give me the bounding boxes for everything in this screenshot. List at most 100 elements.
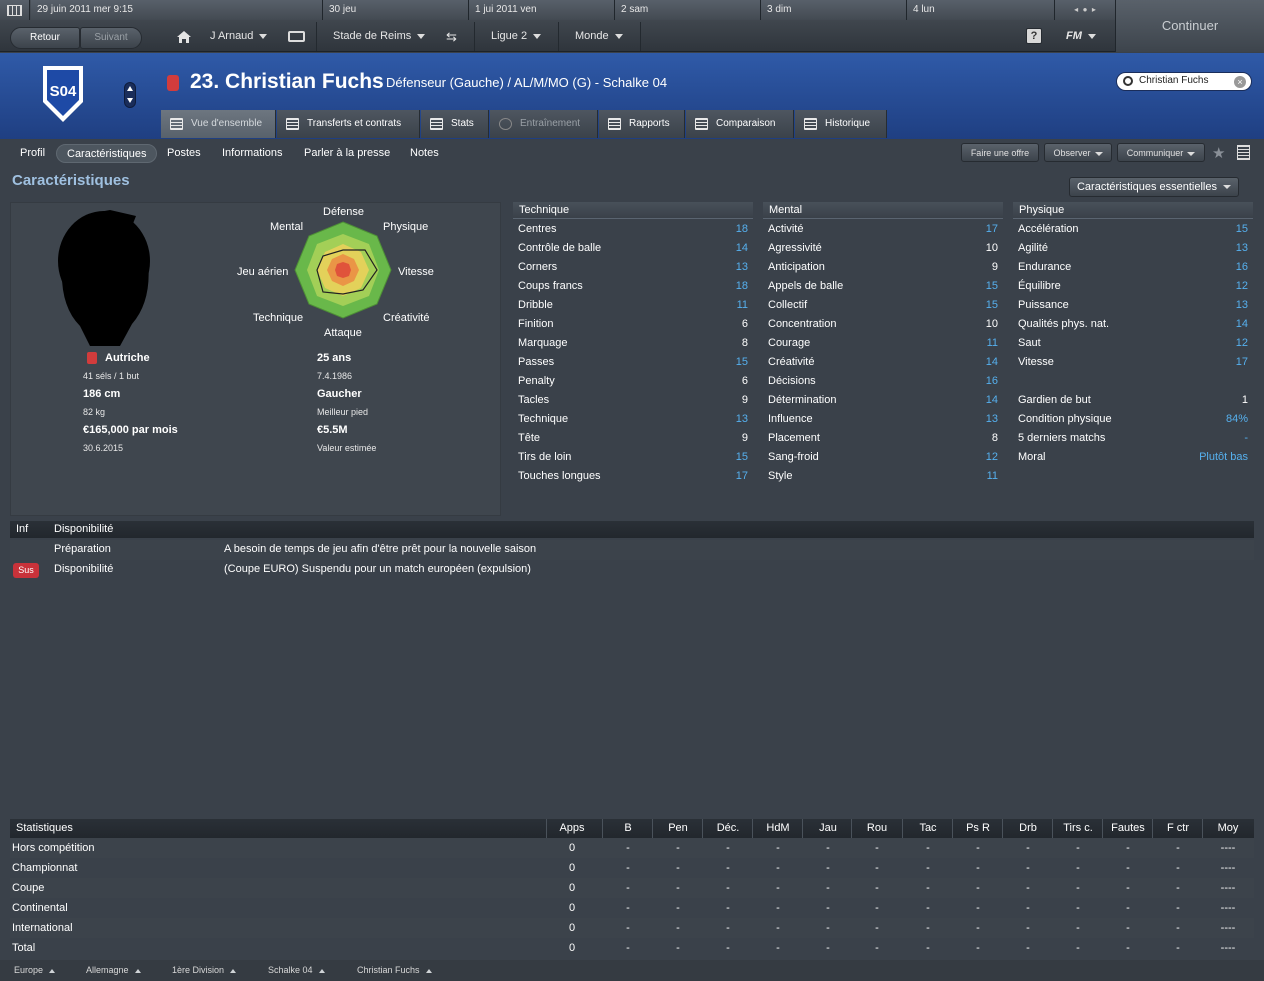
subnav-profile[interactable]: Profil bbox=[10, 144, 55, 163]
stats-column-header[interactable]: HdM bbox=[753, 822, 803, 834]
stats-row[interactable]: Coupe 0- - - - - - - - - - - - ---- bbox=[10, 878, 1254, 898]
stats-column-header[interactable]: F ctr bbox=[1153, 822, 1203, 834]
attribute-row[interactable]: Accélération 15 bbox=[1013, 220, 1253, 239]
attribute-row[interactable]: Saut 12 bbox=[1013, 334, 1253, 353]
stats-column-header[interactable]: Ps R bbox=[953, 822, 1003, 834]
watch-menu[interactable]: Observer bbox=[1044, 143, 1112, 162]
availability-row[interactable]: Sus Disponibilité (Coupe EURO) Suspendu … bbox=[10, 560, 1254, 580]
attribute-row[interactable]: Technique 13 bbox=[513, 410, 753, 429]
attribute-row[interactable]: Tirs de loin 15 bbox=[513, 448, 753, 467]
attribute-row[interactable]: Appels de balle 15 bbox=[763, 277, 1003, 296]
communicate-menu[interactable]: Communiquer bbox=[1117, 143, 1205, 162]
breadcrumb-europe[interactable]: Europe bbox=[14, 960, 56, 980]
attribute-row[interactable]: Endurance 16 bbox=[1013, 258, 1253, 277]
arrow-down-icon[interactable] bbox=[127, 98, 133, 103]
breadcrumb-player[interactable]: Christian Fuchs bbox=[357, 960, 432, 980]
breadcrumb-club[interactable]: Schalke 04 bbox=[268, 960, 325, 980]
attribute-row[interactable]: Finition 6 bbox=[513, 315, 753, 334]
subnav-notes[interactable]: Notes bbox=[400, 144, 449, 163]
date-scroller[interactable]: ◂ ● ▸ bbox=[1055, 0, 1115, 20]
stats-column-header[interactable]: B bbox=[603, 822, 653, 834]
date-day[interactable]: 1 jui 2011 ven bbox=[469, 0, 615, 20]
stats-column-header[interactable]: Pen bbox=[653, 822, 703, 834]
stats-row[interactable]: Total 0- - - - - - - - - - - - ---- bbox=[10, 938, 1254, 958]
availability-row[interactable]: Préparation A besoin de temps de jeu afi… bbox=[10, 540, 1254, 560]
star-icon[interactable]: ★ bbox=[1212, 144, 1225, 162]
make-offer-button[interactable]: Faire une offre bbox=[961, 143, 1039, 162]
breadcrumb-division[interactable]: 1ère Division bbox=[172, 960, 237, 980]
stats-column-header[interactable]: Apps bbox=[547, 822, 597, 834]
attribute-row[interactable]: Placement 8 bbox=[763, 429, 1003, 448]
stats-column-header[interactable]: Drb bbox=[1003, 822, 1053, 834]
attribute-row[interactable]: Collectif 15 bbox=[763, 296, 1003, 315]
attribute-row[interactable]: Vitesse 17 bbox=[1013, 353, 1253, 372]
attribute-row[interactable]: Corners 13 bbox=[513, 258, 753, 277]
date-day[interactable]: 30 jeu bbox=[323, 0, 469, 20]
tab-comparison[interactable]: Comparaison bbox=[686, 110, 794, 138]
attribute-row[interactable]: Tête 9 bbox=[513, 429, 753, 448]
stats-column-header[interactable]: Fautes bbox=[1103, 822, 1153, 834]
attribute-row[interactable]: Agilité 13 bbox=[1013, 239, 1253, 258]
date-day[interactable]: 4 lun bbox=[907, 0, 1055, 20]
nation[interactable]: Autriche bbox=[105, 352, 150, 364]
swap-icon[interactable]: ⇆ bbox=[446, 21, 466, 52]
attribute-row[interactable]: Passes 15 bbox=[513, 353, 753, 372]
attribute-row[interactable]: Coups francs 18 bbox=[513, 277, 753, 296]
clear-icon[interactable]: × bbox=[1234, 76, 1246, 88]
date-current[interactable]: 29 juin 2011 mer 9:15 bbox=[31, 0, 323, 20]
tab-reports[interactable]: Rapports bbox=[599, 110, 685, 138]
attribute-row[interactable]: Activité 17 bbox=[763, 220, 1003, 239]
fm-menu[interactable]: FM bbox=[1066, 21, 1106, 52]
subnav-press[interactable]: Parler à la presse bbox=[294, 144, 400, 163]
attribute-row[interactable]: 5 derniers matchs - bbox=[1013, 429, 1253, 448]
club-crest[interactable]: S04 bbox=[40, 64, 86, 126]
subnav-positions[interactable]: Postes bbox=[157, 144, 211, 163]
notes-icon[interactable] bbox=[1237, 145, 1250, 160]
stats-column-header[interactable]: Jau bbox=[803, 822, 853, 834]
stats-column-header[interactable]: Tirs c. bbox=[1053, 822, 1103, 834]
stats-row[interactable]: Hors compétition 0- - - - - - - - - - - - ---- bbox=[10, 838, 1254, 858]
tab-history[interactable]: Historique bbox=[795, 110, 887, 138]
attribute-row[interactable]: Décisions 16 bbox=[763, 372, 1003, 391]
stats-row[interactable]: Continental 0- - - - - - - - - - - - ---- bbox=[10, 898, 1254, 918]
view-select[interactable]: Caractéristiques essentielles bbox=[1069, 177, 1239, 197]
attribute-row[interactable]: Puissance 13 bbox=[1013, 296, 1253, 315]
subnav-attributes[interactable]: Caractéristiques bbox=[56, 144, 158, 163]
attribute-row[interactable]: Gardien de but 1 bbox=[1013, 391, 1253, 410]
breadcrumb-germany[interactable]: Allemagne bbox=[86, 960, 141, 980]
attribute-row[interactable]: Dribble 11 bbox=[513, 296, 753, 315]
attribute-row[interactable]: Créativité 14 bbox=[763, 353, 1003, 372]
attribute-row[interactable]: Marquage 8 bbox=[513, 334, 753, 353]
attribute-row[interactable]: Touches longues 17 bbox=[513, 467, 753, 486]
date-day[interactable]: 3 dim bbox=[761, 0, 907, 20]
attribute-row[interactable]: Influence 13 bbox=[763, 410, 1003, 429]
attribute-row[interactable]: Courage 11 bbox=[763, 334, 1003, 353]
stats-column-header[interactable]: Rou bbox=[852, 822, 902, 834]
help-button[interactable]: ? bbox=[1026, 28, 1042, 44]
attribute-row[interactable]: Tacles 9 bbox=[513, 391, 753, 410]
tab-stats[interactable]: Stats bbox=[421, 110, 489, 138]
player-nav-arrows[interactable] bbox=[124, 82, 136, 108]
attribute-row[interactable]: Anticipation 9 bbox=[763, 258, 1003, 277]
league-menu[interactable]: Ligue 2 bbox=[491, 21, 551, 52]
attribute-row[interactable]: Condition physique 84% bbox=[1013, 410, 1253, 429]
attribute-row[interactable]: Équilibre 12 bbox=[1013, 277, 1253, 296]
tab-transfers[interactable]: Transferts et contrats bbox=[277, 110, 420, 138]
attribute-row[interactable]: Qualités phys. nat. 14 bbox=[1013, 315, 1253, 334]
attribute-row[interactable]: Concentration 10 bbox=[763, 315, 1003, 334]
attribute-row[interactable]: Moral Plutôt bas bbox=[1013, 448, 1253, 467]
date-day[interactable]: 2 sam bbox=[615, 0, 761, 20]
stats-column-header[interactable]: Déc. bbox=[703, 822, 753, 834]
attribute-row[interactable]: Agressivité 10 bbox=[763, 239, 1003, 258]
continue-button[interactable]: Continuer bbox=[1115, 0, 1264, 52]
manager-menu[interactable]: J Arnaud bbox=[210, 21, 280, 52]
attribute-row[interactable]: Centres 18 bbox=[513, 220, 753, 239]
tab-overview[interactable]: Vue d'ensemble bbox=[161, 110, 276, 138]
back-button[interactable]: Retour bbox=[10, 27, 80, 49]
attribute-row[interactable]: Style 11 bbox=[763, 467, 1003, 486]
attribute-row[interactable]: Penalty 6 bbox=[513, 372, 753, 391]
attribute-row[interactable]: Sang-froid 12 bbox=[763, 448, 1003, 467]
attribute-row[interactable]: Détermination 14 bbox=[763, 391, 1003, 410]
arrow-up-icon[interactable] bbox=[127, 86, 133, 91]
tab-training[interactable]: Entraînement bbox=[490, 110, 598, 138]
